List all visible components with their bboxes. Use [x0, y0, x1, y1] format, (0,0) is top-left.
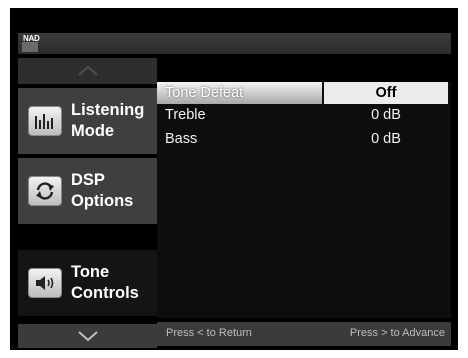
refresh-arrows-icon — [28, 176, 62, 206]
sidebar-item-dsp-options[interactable]: DSP Options — [18, 158, 157, 224]
setting-row-treble[interactable]: Treble 0 dB — [157, 104, 451, 126]
speaker-volume-icon — [28, 268, 62, 298]
setting-row-bass[interactable]: Bass 0 dB — [157, 128, 451, 150]
sidebar-menu: Listening Mode DSP Options Tone Controls — [18, 58, 157, 348]
setting-value: Off — [375, 85, 397, 101]
setting-row-tone-defeat[interactable]: Tone Defeat Off — [157, 82, 451, 104]
sidebar-item-label: Listening Mode — [71, 101, 145, 140]
return-hint: Press < to Return — [166, 327, 252, 339]
brand-indicator — [22, 42, 38, 52]
setting-label: Treble — [165, 107, 206, 123]
hint-bar: Press < to Return Press > to Advance — [157, 322, 451, 346]
chevron-up-icon — [77, 65, 98, 76]
sidebar-item-label: Tone Controls — [71, 263, 139, 302]
sidebar-item-tone-controls[interactable]: Tone Controls — [18, 250, 157, 316]
setting-label: Tone Defeat — [165, 85, 244, 101]
chevron-down-icon — [77, 331, 98, 342]
setting-label: Bass — [165, 131, 198, 147]
scroll-down-button[interactable] — [18, 324, 157, 348]
settings-panel: Tone Defeat Off Treble 0 dB Bass 0 dB — [157, 82, 451, 318]
scroll-up-button[interactable] — [18, 58, 157, 84]
title-bar — [18, 33, 451, 54]
sidebar-item-label: DSP Options — [71, 171, 134, 210]
setting-value: 0 dB — [371, 107, 401, 123]
osd-screen: NAD Listening Mode DSP Options Tone Cont… — [10, 8, 458, 350]
setting-value: 0 dB — [371, 131, 401, 147]
advance-hint: Press > to Advance — [349, 327, 445, 339]
sidebar-item-listening-mode[interactable]: Listening Mode — [18, 88, 157, 154]
equalizer-bars-icon — [28, 106, 62, 136]
